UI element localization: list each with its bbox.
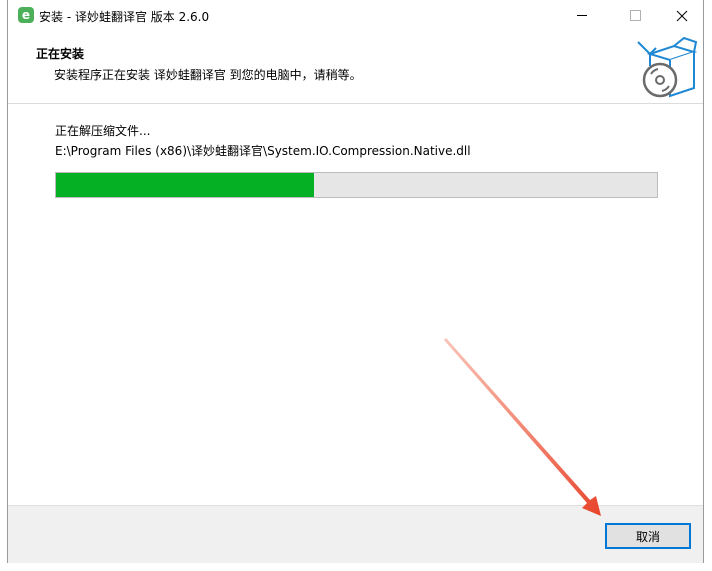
- installer-window: e 安装 - 译妙蛙翻译官 版本 2.6.0 正在安装 安装程序正在安装 译妙蛙…: [7, 0, 704, 563]
- status-text: 正在解压缩文件...: [55, 124, 151, 138]
- app-icon: e: [18, 7, 34, 23]
- header-divider: [8, 103, 703, 104]
- footer-bar: 取消: [8, 505, 703, 563]
- page-title: 正在安装: [36, 47, 85, 61]
- cancel-button[interactable]: 取消: [605, 523, 691, 549]
- close-button[interactable]: [659, 0, 705, 31]
- progress-fill: [56, 173, 315, 197]
- title-bar[interactable]: e 安装 - 译妙蛙翻译官 版本 2.6.0: [8, 0, 703, 31]
- window-title: 安装 - 译妙蛙翻译官 版本 2.6.0: [39, 10, 210, 24]
- minimize-button[interactable]: [559, 0, 605, 31]
- close-icon: [676, 10, 688, 21]
- minimize-icon: [577, 15, 587, 16]
- progress-bar: [55, 172, 658, 198]
- maximize-icon: [629, 10, 641, 21]
- current-file-path: E:\Program Files (x86)\译妙蛙翻译官\System.IO.…: [55, 144, 471, 158]
- maximize-button[interactable]: [612, 0, 658, 31]
- box-with-disc-icon: [637, 36, 698, 98]
- page-subtitle: 安装程序正在安装 译妙蛙翻译官 到您的电脑中，请稍等。: [54, 68, 362, 82]
